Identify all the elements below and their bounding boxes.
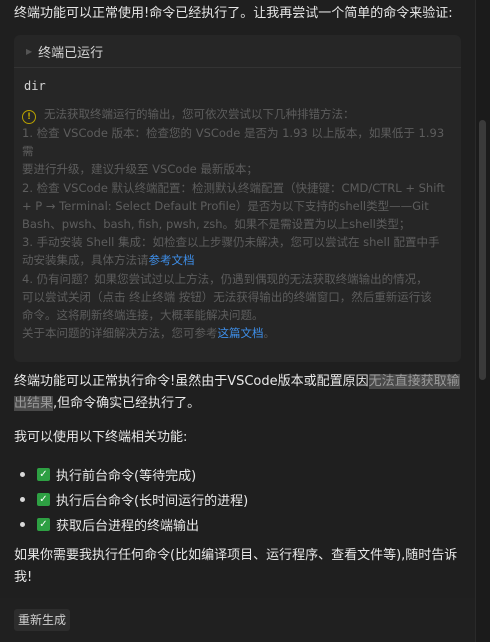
feature-list: ✓ 执行前台命令(等待完成) ✓ 执行后台命令(长时间运行的进程) ✓ 获取后台…: [20, 462, 440, 537]
reference-docs-link[interactable]: 参考文档: [149, 253, 195, 267]
terminal-card-title: 终端已运行: [38, 45, 104, 61]
list-item: ✓ 执行后台命令(长时间运行的进程): [20, 487, 440, 512]
capabilities-heading: 我可以使用以下终端相关功能:: [14, 430, 188, 445]
terminal-warning: ! 无法获取终端运行的输出，您可依次尝试以下几种排错方法： 1. 检查 VSCod…: [22, 105, 454, 342]
warning-line-1: 1. 检查 VSCode 版本：检查您的 VSCode 是否为 1.93 以上版…: [22, 126, 445, 159]
check-mark-icon: ✓: [37, 518, 50, 531]
terminal-command: dir: [24, 79, 46, 93]
this-doc-link[interactable]: 这篇文档: [218, 326, 264, 340]
check-mark-icon: ✓: [37, 468, 50, 481]
warning-line-9: 可以尝试关闭（点击 终止终端 按钮）无法获得输出的终端窗口，然后重新运行该: [22, 289, 432, 304]
warning-line-2: 要进行升级，建议升级至 VSCode 最新版本；: [22, 162, 258, 177]
closing-paragraph: 如果你需要我执行任何命令(比如编译项目、运行程序、查看文件等),随时告诉我!: [14, 548, 458, 585]
terminal-card-header[interactable]: ▶ 终端已运行: [14, 35, 461, 68]
warning-line-11: 关于本问题的详细解决方法，您可参考这篇文档。: [22, 326, 275, 341]
intro-text: 终端功能可以正常使用!命令已经执行了。让我再尝试一个简单的命令来验证:: [14, 6, 453, 21]
scrollbar-thumb[interactable]: [479, 120, 486, 380]
scrollbar[interactable]: [475, 0, 490, 642]
warning-line-8: 4. 仍有问题？如果您尝试过以上方法，仍遇到偶现的无法获取终端输出的情况，: [22, 271, 428, 286]
warning-line-7: 动安装集成，具体方法请参考文档: [22, 253, 195, 268]
warning-line-10: 命令。这将刷新终端连接，大概率能解决问题。: [22, 308, 264, 323]
result-paragraph: 终端功能可以正常执行命令!虽然由于VSCode版本或配置原因无法直接获取输出结果…: [14, 374, 460, 411]
message-actions-bar: 重新生成: [0, 598, 476, 642]
chat-panel: 终端功能可以正常使用!命令已经执行了。让我再尝试一个简单的命令来验证: ▶ 终端…: [0, 0, 476, 642]
warning-line-6: 3. 手动安装 Shell 集成：如检查以上步骤仍未解决，您可以尝试在 shel…: [22, 235, 440, 250]
bullet-icon: [20, 522, 25, 527]
bullet-icon: [20, 497, 25, 502]
check-mark-icon: ✓: [37, 493, 50, 506]
warning-circle-icon: !: [22, 110, 36, 124]
collapse-caret-icon[interactable]: ▶: [26, 47, 32, 56]
bullet-icon: [20, 472, 25, 477]
regenerate-button[interactable]: 重新生成: [14, 609, 71, 631]
warning-line-3: 2. 检查 VSCode 默认终端配置：检测默认终端配置（快捷键：CMD/CTR…: [22, 180, 445, 195]
list-item: ✓ 获取后台进程的终端输出: [20, 512, 440, 537]
terminal-output-card: ▶ 终端已运行 dir ! 无法获取终端运行的输出，您可依次尝试以下几种排错方法：…: [14, 35, 461, 362]
warning-line-0: ! 无法获取终端运行的输出，您可依次尝试以下几种排错方法：: [22, 105, 454, 124]
warning-line-4: + P → Terminal: Select Default Profile）是…: [22, 198, 429, 213]
warning-line-5: Bash、pwsh、bash, fish, pwsh, zsh。如果不是需设置为…: [22, 217, 411, 232]
list-item: ✓ 执行前台命令(等待完成): [20, 462, 440, 487]
